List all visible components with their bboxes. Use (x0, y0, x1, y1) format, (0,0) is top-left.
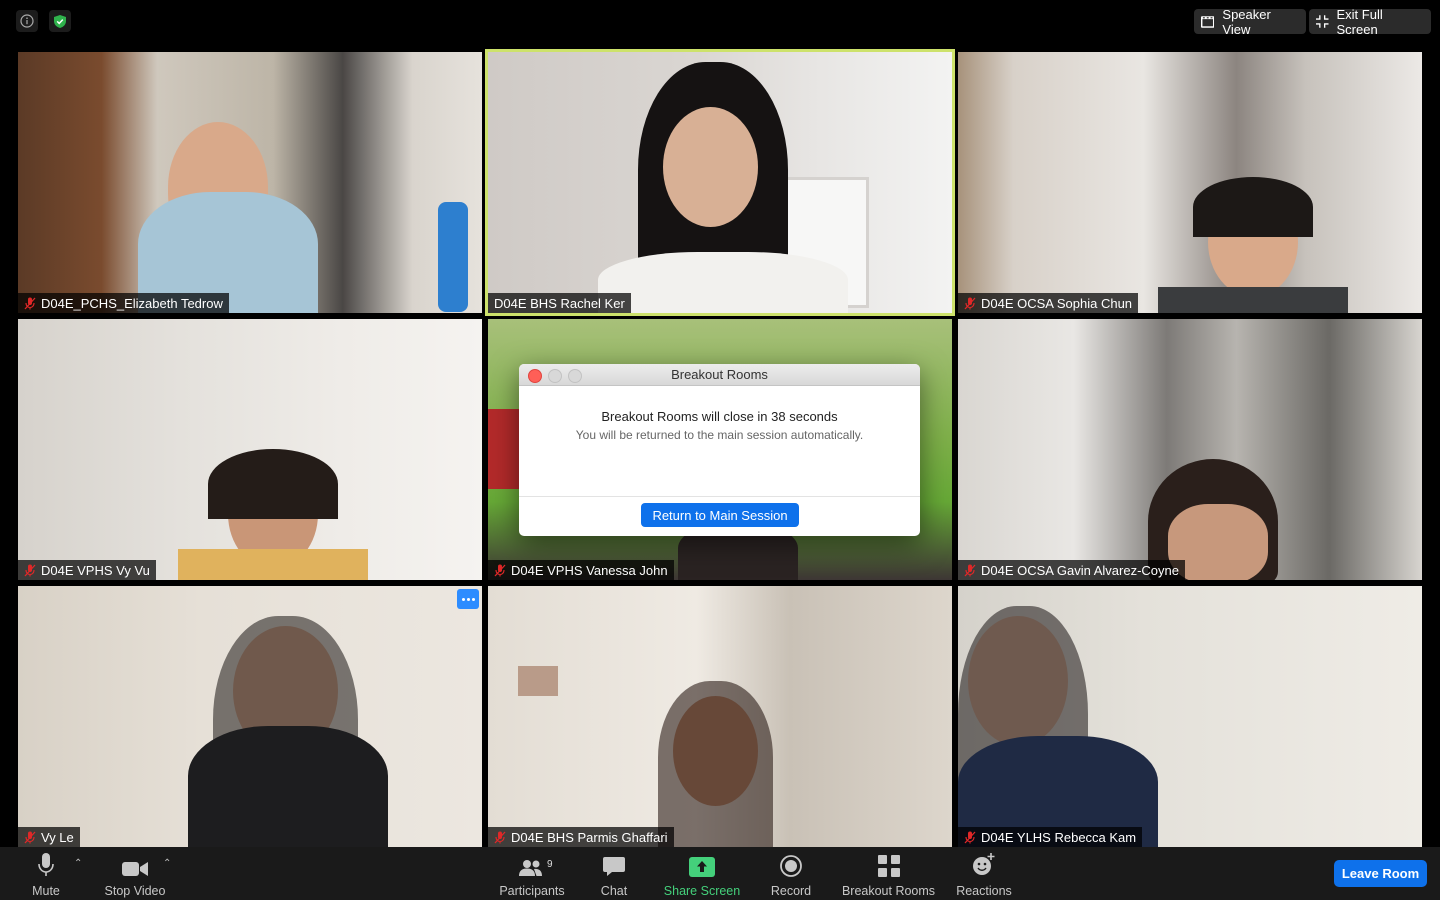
mute-button[interactable]: Mute (26, 853, 66, 898)
video-feed (958, 52, 1422, 313)
video-tile[interactable]: D04E VPHS Vy Vu (18, 319, 482, 580)
breakout-rooms-button[interactable]: Breakout Rooms (841, 853, 936, 898)
dialog-message: Breakout Rooms will close in 38 seconds (601, 409, 838, 424)
record-icon (780, 855, 802, 877)
participant-name-tag: D04E YLHS Rebecca Kam (958, 827, 1143, 847)
participant-name: D04E OCSA Sophia Chun (981, 295, 1133, 311)
speaker-view-label: Speaker View (1222, 6, 1271, 37)
mute-label: Mute (32, 884, 60, 898)
participants-count: 9 (547, 859, 553, 870)
video-feed (18, 586, 482, 847)
video-feed (18, 52, 482, 313)
close-window-button[interactable] (528, 369, 542, 383)
more-options-button[interactable] (457, 589, 479, 609)
return-to-main-session-button[interactable]: Return to Main Session (641, 503, 799, 527)
muted-mic-icon (964, 564, 976, 576)
muted-mic-icon (494, 564, 506, 576)
dialog-title: Breakout Rooms (671, 367, 768, 382)
stop-video-button[interactable]: Stop Video (101, 853, 169, 898)
video-tile-active-speaker[interactable]: D04E BHS Rachel Ker (485, 49, 955, 316)
participant-name: D04E YLHS Rebecca Kam (981, 829, 1137, 845)
dialog-submessage: You will be returned to the main session… (575, 428, 864, 442)
chat-label: Chat (600, 884, 628, 898)
microphone-icon (38, 853, 54, 876)
video-options-chevron-up-icon[interactable]: ⌃ (163, 858, 171, 869)
share-screen-label: Share Screen (663, 884, 741, 898)
exit-full-screen-icon (1316, 15, 1329, 28)
share-screen-icon (689, 857, 715, 877)
chat-button[interactable]: Chat (596, 853, 632, 898)
emoji-reaction-icon (973, 853, 995, 875)
participant-name-tag: D04E BHS Parmis Ghaffari (488, 827, 674, 847)
video-feed (488, 52, 952, 313)
muted-mic-icon (24, 564, 36, 576)
video-tile[interactable]: D04E OCSA Sophia Chun (958, 52, 1422, 313)
participant-name: D04E BHS Rachel Ker (494, 295, 625, 311)
participant-name: Vy Le (41, 829, 74, 845)
video-feed (958, 586, 1422, 847)
muted-mic-icon (24, 297, 36, 309)
participant-name: D04E_PCHS_Elizabeth Tedrow (41, 295, 223, 311)
meeting-info-icon[interactable] (16, 10, 38, 32)
breakout-rooms-dialog: Breakout Rooms Breakout Rooms will close… (519, 364, 920, 536)
leave-room-button[interactable]: Leave Room (1334, 860, 1427, 887)
audio-options-chevron-up-icon[interactable]: ⌃ (74, 858, 82, 869)
speaker-view-button[interactable]: Speaker View (1194, 6, 1306, 37)
reactions-label: Reactions (956, 884, 1012, 898)
video-tile[interactable]: Vy Le (18, 586, 482, 847)
video-feed (958, 319, 1422, 580)
participant-name: D04E OCSA Gavin Alvarez-Coyne (981, 562, 1179, 578)
muted-mic-icon (964, 831, 976, 843)
share-screen-button[interactable]: Share Screen (662, 853, 742, 898)
breakout-rooms-label: Breakout Rooms (841, 884, 936, 898)
participant-name-tag: D04E VPHS Vanessa John (488, 560, 674, 580)
chat-bubble-icon (603, 857, 625, 876)
participants-icon (519, 860, 542, 876)
video-tile[interactable]: D04E BHS Parmis Ghaffari (488, 586, 952, 847)
participant-name-tag: D04E OCSA Gavin Alvarez-Coyne (958, 560, 1185, 580)
top-bar: Speaker View Exit Full Screen (0, 0, 1440, 44)
meeting-toolbar: Mute ⌃ Stop Video ⌃ Participants 9 Chat … (0, 847, 1440, 900)
muted-mic-icon (494, 831, 506, 843)
video-tile[interactable]: D04E YLHS Rebecca Kam (958, 586, 1422, 847)
participants-button[interactable]: Participants (497, 853, 567, 898)
dialog-titlebar: Breakout Rooms (519, 364, 920, 386)
zoom-window-button[interactable] (568, 369, 582, 383)
participant-name-tag: D04E VPHS Vy Vu (18, 560, 156, 580)
exit-full-screen-label: Exit Full Screen (1336, 6, 1383, 37)
reactions-button[interactable]: Reactions (954, 853, 1014, 898)
video-tile[interactable]: D04E OCSA Gavin Alvarez-Coyne (958, 319, 1422, 580)
participant-name: D04E BHS Parmis Ghaffari (511, 829, 668, 845)
participant-name-tag: Vy Le (18, 827, 80, 847)
participant-name-tag: D04E_PCHS_Elizabeth Tedrow (18, 293, 229, 313)
speaker-view-icon (1201, 15, 1215, 28)
video-tile[interactable]: D04E_PCHS_Elizabeth Tedrow (18, 52, 482, 313)
stop-video-label: Stop Video (104, 884, 166, 898)
video-camera-icon (122, 862, 148, 876)
minimize-window-button[interactable] (548, 369, 562, 383)
dialog-divider (519, 496, 920, 497)
encryption-shield-icon[interactable] (49, 10, 71, 32)
participant-name: D04E VPHS Vy Vu (41, 562, 150, 578)
participant-name-tag: D04E BHS Rachel Ker (488, 293, 631, 313)
muted-mic-icon (964, 297, 976, 309)
video-feed (488, 586, 952, 847)
video-feed (18, 319, 482, 580)
participants-label: Participants (499, 884, 565, 898)
record-button[interactable]: Record (768, 853, 814, 898)
record-label: Record (770, 884, 812, 898)
muted-mic-icon (24, 831, 36, 843)
participant-name: D04E VPHS Vanessa John (511, 562, 668, 578)
breakout-rooms-grid-icon (877, 855, 900, 877)
participant-name-tag: D04E OCSA Sophia Chun (958, 293, 1139, 313)
exit-full-screen-button[interactable]: Exit Full Screen (1309, 6, 1431, 37)
